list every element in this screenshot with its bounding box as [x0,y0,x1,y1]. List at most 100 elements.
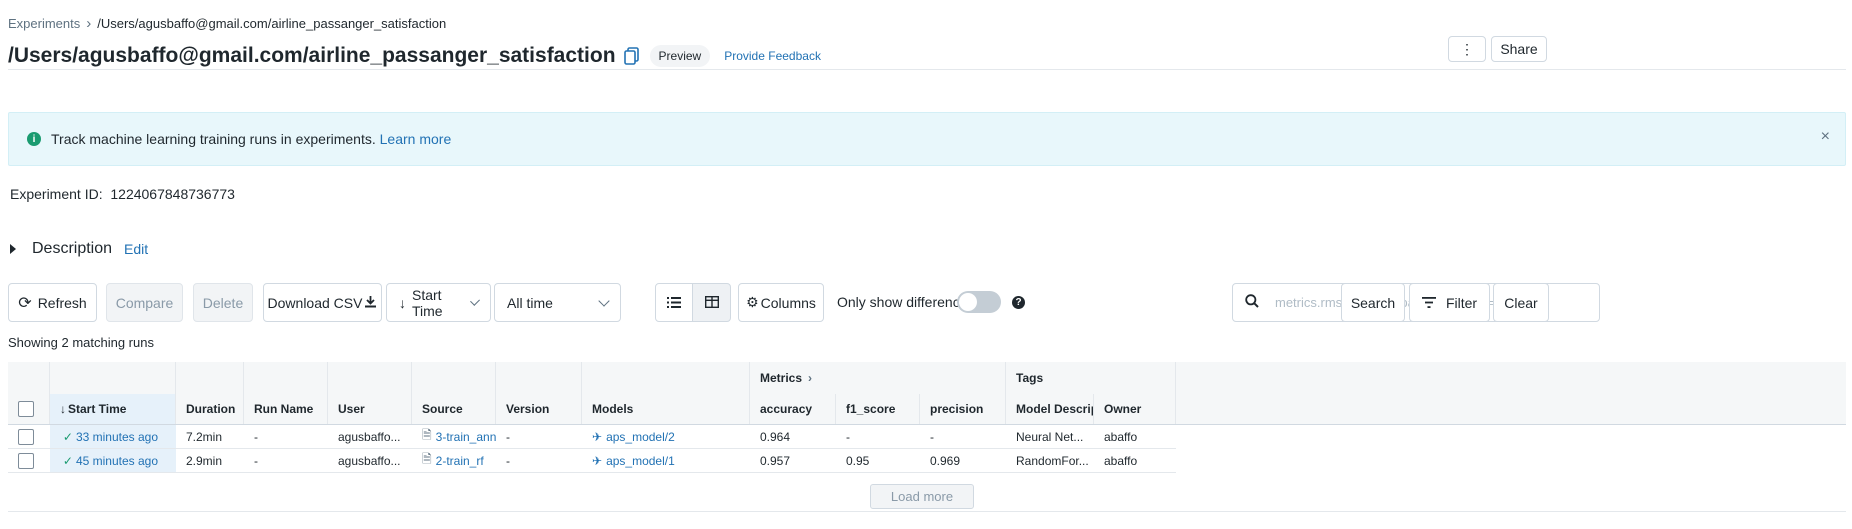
description-edit-link[interactable]: Edit [124,241,148,257]
breadcrumb-current: /Users/agusbaffo@gmail.com/airline_passa… [97,16,447,31]
experiment-id-label: Experiment ID: [10,186,103,202]
filter-icon [1421,295,1436,311]
time-range-label: All time [507,294,553,311]
source-cell[interactable]: 🗎 2-train_rf [412,449,496,473]
close-icon[interactable]: × [1821,128,1830,146]
learn-more-link[interactable]: Learn more [380,131,452,147]
breadcrumb-experiments-link[interactable]: Experiments [8,16,80,31]
header-precision[interactable]: precision [920,394,1006,424]
load-more-button[interactable]: Load more [870,484,974,509]
filter-label: Filter [1445,294,1478,311]
experiment-id-value: 1224067848736773 [110,186,235,202]
owner-cell: abaffo [1094,449,1176,473]
page-title-row: /Users/agusbaffo@gmail.com/airline_passa… [8,44,821,68]
page-title: /Users/agusbaffo@gmail.com/airline_passa… [8,44,616,67]
header-user[interactable]: User [328,394,412,424]
precision-cell: 0.969 [920,449,1006,473]
info-banner: i Track machine learning training runs i… [8,112,1846,166]
clear-button[interactable]: Clear [1493,283,1549,322]
user-cell: agusbaffo... [328,449,412,473]
table-row: ✓ 33 minutes ago 7.2min - agusbaffo... 🗎 3… [8,425,1408,449]
time-range-select[interactable]: All time [494,283,621,322]
divider [8,69,1846,70]
refresh-button[interactable]: ⟳ Refresh [8,283,97,322]
source-cell[interactable]: 🗎 3-train_ann [412,425,496,449]
chevron-right-icon: › [86,15,92,32]
accuracy-cell: 0.957 [750,449,836,473]
download-csv-button[interactable]: Download CSV [263,283,382,322]
start-time-cell[interactable]: ✓ 33 minutes ago [50,425,176,449]
header-checkbox-cell [8,394,50,424]
description-label[interactable]: Description [32,240,112,258]
model-description-cell: Neural Net... [1006,425,1094,449]
run-link[interactable]: 33 minutes ago [76,430,158,444]
search-button[interactable]: Search [1341,283,1405,322]
delete-button[interactable]: Delete [193,283,253,322]
user-cell: agusbaffo... [328,425,412,449]
filter-button[interactable]: Filter [1409,283,1490,322]
chevron-down-icon [598,294,610,307]
breadcrumb: Experiments › /Users/agusbaffo@gmail.com… [8,15,446,32]
owner-cell: abaffo [1094,425,1176,449]
header-models[interactable]: Models [582,394,750,424]
description-section: Description Edit [10,240,148,258]
sort-select[interactable]: ↓ Start Time [386,283,491,322]
expand-caret-icon[interactable] [10,244,16,254]
preview-badge: Preview [649,45,711,67]
header-source[interactable]: Source [412,394,496,424]
header-run-name[interactable]: Run Name [244,394,328,424]
header-label: Start Time [68,402,127,416]
row-checkbox-cell [8,425,50,449]
duration-cell: 7.2min [176,425,244,449]
model-link[interactable]: aps_model/1 [606,454,675,468]
copy-icon[interactable] [623,47,640,65]
list-view-button[interactable] [655,283,693,322]
metrics-group[interactable]: Metrics › [750,362,1006,394]
row-checkbox[interactable] [18,452,34,469]
search-icon [1245,294,1259,311]
source-link[interactable]: 3-train_ann [436,430,496,444]
chevron-right-icon: › [808,371,813,385]
header-model-description[interactable]: Model Descript [1006,394,1094,424]
compare-button[interactable]: Compare [106,283,183,322]
header-f1-score[interactable]: f1_score [836,394,920,424]
header-start-time[interactable]: ↓ Start Time [50,394,176,424]
select-all-checkbox[interactable] [18,401,34,417]
help-icon[interactable]: ? [1012,296,1025,309]
table-header: ↓ Start Time Duration Run Name User Sourc… [8,394,1846,425]
only-differences-label: Only show differences [837,294,975,310]
only-differences-toggle[interactable] [957,291,1001,313]
source-link[interactable]: 2-train_rf [436,454,484,468]
start-time-cell[interactable]: ✓ 45 minutes ago [50,449,176,473]
run-link[interactable]: 45 minutes ago [76,454,158,468]
header-duration[interactable]: Duration [176,394,244,424]
provide-feedback-link[interactable]: Provide Feedback [724,49,821,63]
banner-text: Track machine learning training runs in … [51,131,376,147]
model-icon: ✈ [592,429,603,444]
more-options-button[interactable]: ⋮ [1448,36,1486,62]
success-check-icon: ✓ [62,429,73,444]
run-name-cell: - [244,449,328,473]
f1-score-cell: - [836,425,920,449]
table-group-header: Metrics › Tags [8,362,1846,395]
row-checkbox[interactable] [18,428,34,445]
models-cell[interactable]: ✈ aps_model/1 [582,449,750,473]
header-accuracy[interactable]: accuracy [750,394,836,424]
notebook-icon: 🗎 [422,452,432,466]
share-button[interactable]: Share [1491,36,1547,62]
accuracy-cell: 0.964 [750,425,836,449]
table-view-button[interactable] [692,283,731,322]
columns-button[interactable]: ⚙ Columns [738,283,824,322]
precision-cell: - [920,425,1006,449]
refresh-icon: ⟳ [18,294,32,312]
info-icon: i [27,132,41,146]
success-check-icon: ✓ [62,453,73,468]
models-cell[interactable]: ✈ aps_model/2 [582,425,750,449]
matching-runs-count: Showing 2 matching runs [8,335,154,350]
run-name-cell: - [244,425,328,449]
model-link[interactable]: aps_model/2 [606,430,675,444]
header-owner[interactable]: Owner [1094,394,1176,424]
download-icon [364,295,377,311]
header-version[interactable]: Version [496,394,582,424]
version-cell: - [496,449,582,473]
